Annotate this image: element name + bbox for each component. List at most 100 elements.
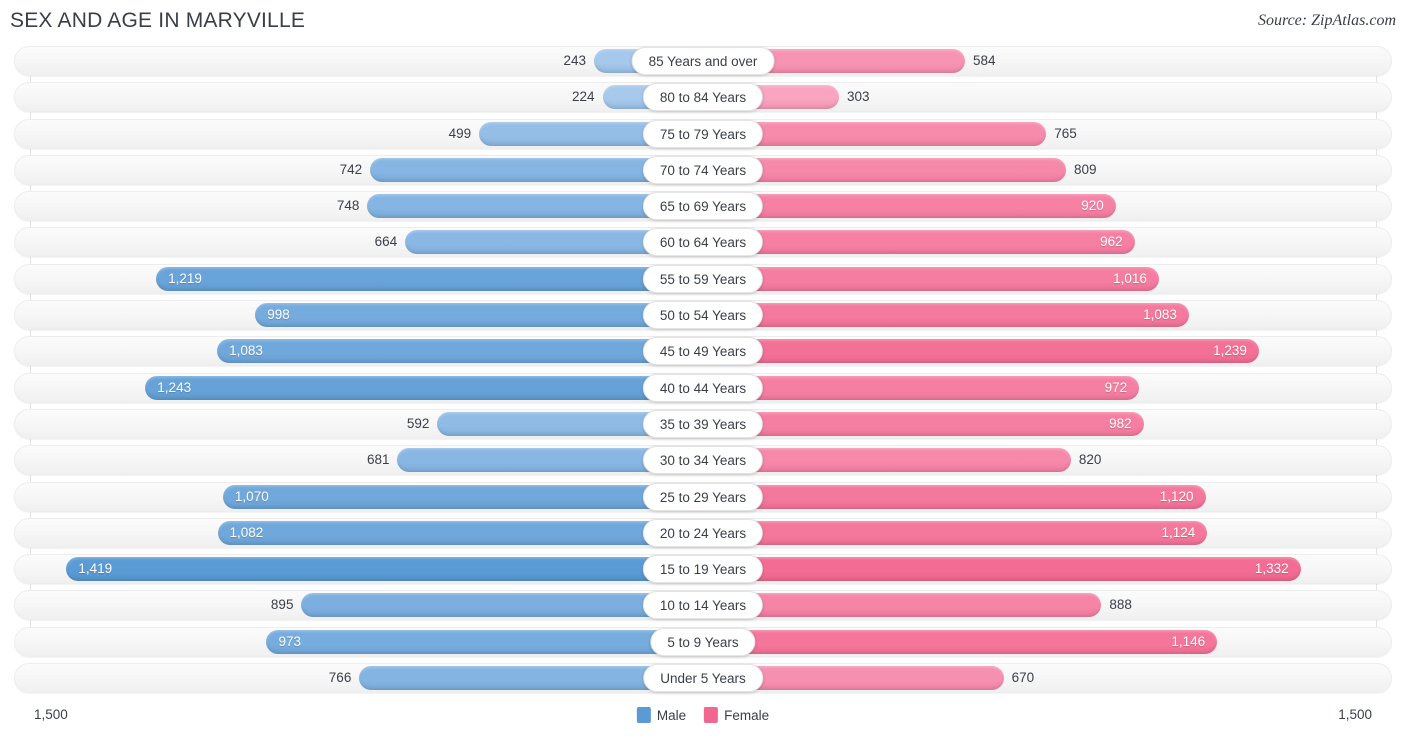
bar-male[interactable] <box>222 484 703 509</box>
axis-max-right: 1,500 <box>1338 707 1372 722</box>
chart-legend: Male Female <box>636 707 769 723</box>
bar-value-male: 243 <box>563 53 586 68</box>
bar-value-female: 920 <box>1081 198 1104 214</box>
bar-value-female: 584 <box>973 53 996 68</box>
bar-female[interactable] <box>703 520 1208 545</box>
age-group-label: 70 to 74 Years <box>642 155 764 184</box>
bar-female[interactable] <box>703 339 1259 364</box>
age-group-label: Under 5 Years <box>643 664 763 693</box>
bar-value-female: 1,239 <box>1213 343 1247 359</box>
bar-value-male: 1,070 <box>234 488 269 504</box>
bar-value-male: 664 <box>374 234 398 250</box>
bar-female[interactable] <box>703 266 1159 291</box>
bar-value-male: 224 <box>571 89 595 105</box>
bar-male[interactable] <box>217 339 703 364</box>
pyramid-row: 664 962 60 to 64 Years <box>0 227 1406 258</box>
legend-item-female[interactable]: Female <box>704 707 769 723</box>
bar-female[interactable] <box>703 303 1189 328</box>
age-group-label: 45 to 49 Years <box>642 337 764 366</box>
pyramid-row: 1,219 1,016 55 to 59 Years <box>0 263 1406 294</box>
legend-swatch-female-icon <box>704 707 719 723</box>
pyramid-row: 766 670 Under 5 Years <box>0 663 1406 694</box>
pyramid-row: 1,083 1,239 45 to 49 Years <box>0 336 1406 367</box>
bar-female[interactable] <box>703 629 1218 654</box>
bar-value-female: 670 <box>1011 670 1035 686</box>
pyramid-row: 681 820 30 to 34 Years <box>0 445 1406 476</box>
bar-value-female: 1,120 <box>1159 488 1194 504</box>
pyramid-row: 1,082 1,124 20 to 24 Years <box>0 517 1406 548</box>
legend-label-male: Male <box>656 707 687 723</box>
age-group-label: 60 to 64 Years <box>642 228 764 257</box>
bar-male[interactable] <box>217 520 703 545</box>
bar-value-male: 1,243 <box>157 379 192 395</box>
bar-male[interactable] <box>145 375 703 400</box>
bar-value-female: 1,146 <box>1171 633 1206 649</box>
pyramid-row: 895 888 10 to 14 Years <box>0 590 1406 621</box>
bar-value-female: 962 <box>1100 234 1123 250</box>
bar-value-male: 742 <box>339 161 363 177</box>
bar-value-male: 499 <box>448 125 472 141</box>
pyramid-row: 1,070 1,120 25 to 29 Years <box>0 481 1406 512</box>
chart-page: SEX AND AGE IN MARYVILLE Source: ZipAtla… <box>0 0 1406 740</box>
page-title: SEX AND AGE IN MARYVILLE <box>10 9 306 32</box>
bar-value-male: 1,082 <box>229 524 264 540</box>
age-group-label: 40 to 44 Years <box>642 373 764 402</box>
legend-item-male[interactable]: Male <box>636 707 687 723</box>
bar-value-male: 1,083 <box>229 343 263 359</box>
bar-value-male: 592 <box>406 415 430 431</box>
bar-female[interactable] <box>703 411 1144 436</box>
age-group-label: 50 to 54 Years <box>642 301 764 330</box>
chart-plot-area: 243 584 85 Years and over 224 303 80 to 84 Ye… <box>0 46 1406 702</box>
age-group-label: 65 to 69 Years <box>642 192 764 221</box>
age-group-label: 20 to 24 Years <box>642 518 764 547</box>
bar-female[interactable] <box>703 230 1135 255</box>
bar-value-male: 998 <box>267 307 290 323</box>
bar-value-female: 1,332 <box>1254 561 1289 577</box>
pyramid-row: 499 765 75 to 79 Years <box>0 118 1406 149</box>
legend-label-female: Female <box>724 707 770 723</box>
bar-value-female: 765 <box>1054 125 1077 141</box>
bar-female[interactable] <box>703 484 1206 509</box>
pyramid-row: 973 1,146 5 to 9 Years <box>0 626 1406 657</box>
bar-value-male: 895 <box>270 597 294 613</box>
pyramid-row: 1,243 972 40 to 44 Years <box>0 372 1406 403</box>
bar-male[interactable] <box>156 266 703 291</box>
bar-male[interactable] <box>66 557 703 582</box>
age-group-label: 25 to 29 Years <box>642 482 764 511</box>
pyramid-row: 224 303 80 to 84 Years <box>0 82 1406 113</box>
age-group-label: 75 to 79 Years <box>642 119 764 148</box>
bar-value-female: 1,016 <box>1113 270 1147 286</box>
source-attribution: Source: ZipAtlas.com <box>1257 12 1396 29</box>
bar-value-male: 748 <box>336 198 360 214</box>
age-group-label: 5 to 9 Years <box>650 627 756 656</box>
bar-value-male: 766 <box>328 670 352 686</box>
pyramid-row: 748 920 65 to 69 Years <box>0 191 1406 222</box>
bar-value-female: 972 <box>1104 379 1128 395</box>
age-group-label: 30 to 34 Years <box>642 446 764 475</box>
bar-value-female: 1,124 <box>1161 524 1196 540</box>
bar-value-female: 303 <box>846 89 870 105</box>
age-group-label: 10 to 14 Years <box>642 591 764 620</box>
bar-female[interactable] <box>703 375 1140 400</box>
bar-value-female: 1,083 <box>1143 307 1177 323</box>
bar-value-male: 1,219 <box>168 270 202 286</box>
bar-female[interactable] <box>703 557 1301 582</box>
bar-value-female: 820 <box>1078 452 1102 468</box>
pyramid-rows: 243 584 85 Years and over 224 303 80 to 84 Ye… <box>0 46 1406 699</box>
pyramid-row: 243 584 85 Years and over <box>0 46 1406 76</box>
bar-female[interactable] <box>703 194 1116 219</box>
chart-header: SEX AND AGE IN MARYVILLE Source: ZipAtla… <box>0 0 1406 46</box>
pyramid-row: 1,419 1,332 15 to 19 Years <box>0 554 1406 585</box>
pyramid-row: 592 982 35 to 39 Years <box>0 408 1406 439</box>
bar-value-male: 681 <box>366 452 390 468</box>
bar-male[interactable] <box>255 303 703 328</box>
age-group-label: 15 to 19 Years <box>642 555 764 584</box>
pyramid-row: 998 1,083 50 to 54 Years <box>0 300 1406 331</box>
bar-male[interactable] <box>266 629 703 654</box>
legend-swatch-male-icon <box>636 707 651 723</box>
bar-value-female: 982 <box>1109 415 1132 431</box>
bar-value-male: 973 <box>278 633 301 649</box>
chart-footer: 1,500 Male Female 1,500 <box>0 702 1406 740</box>
age-group-label: 55 to 59 Years <box>642 264 764 293</box>
age-group-label: 85 Years and over <box>631 47 775 75</box>
